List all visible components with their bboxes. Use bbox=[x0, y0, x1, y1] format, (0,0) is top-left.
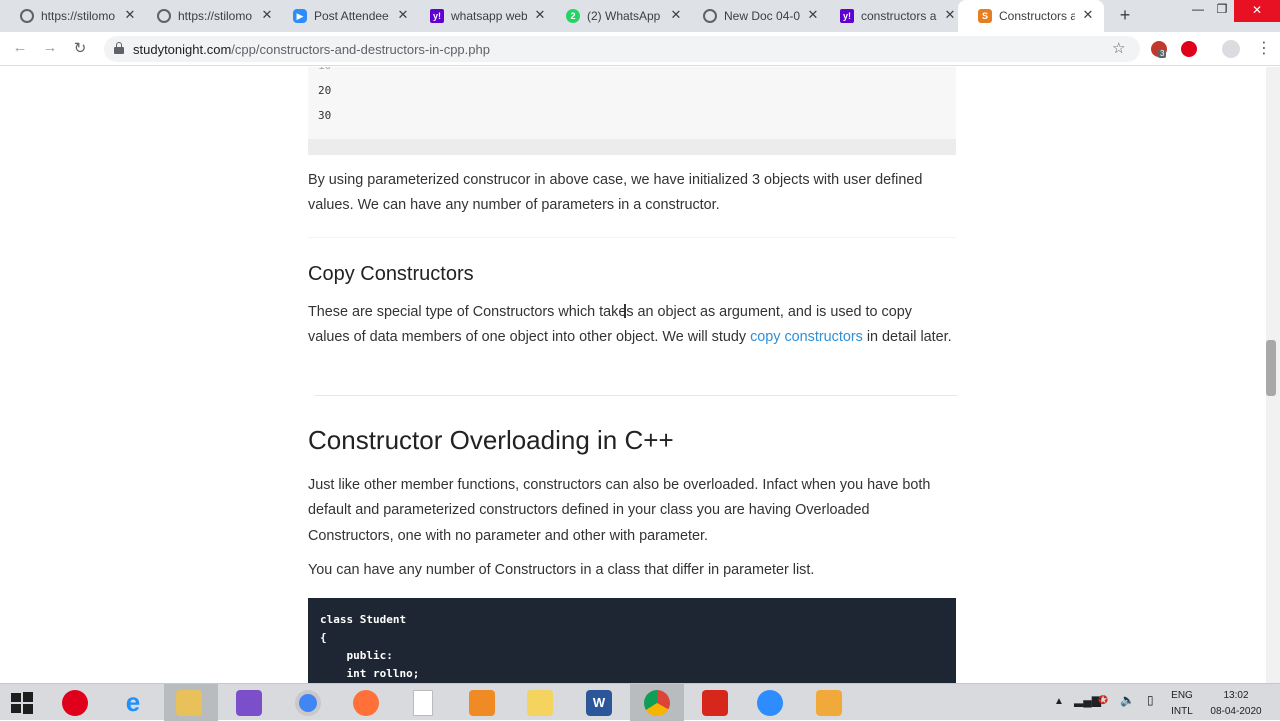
copy-constructors-link[interactable]: copy constructors bbox=[750, 329, 863, 345]
yahoo-icon: y! bbox=[430, 9, 444, 23]
whatsapp-icon: 2 bbox=[566, 9, 580, 23]
opera-icon[interactable] bbox=[62, 690, 88, 716]
tab-6[interactable]: New Doc 04-08 ✕ bbox=[683, 0, 827, 32]
tab-1[interactable]: https://stilomo ✕ bbox=[0, 0, 144, 32]
zoom-icon: ▶ bbox=[293, 9, 307, 23]
studytonight-icon: S bbox=[978, 9, 992, 23]
close-tab-icon[interactable]: ✕ bbox=[395, 7, 411, 23]
opera-extension-icon[interactable] bbox=[1181, 41, 1197, 57]
page-content: 10 20 30 By using parameterized construc… bbox=[0, 67, 1266, 683]
url-domain: studytonight.com bbox=[133, 42, 232, 57]
code-line: int rollno; bbox=[320, 667, 420, 680]
chrome-canary-icon[interactable] bbox=[295, 690, 321, 716]
chrome-icon[interactable] bbox=[644, 690, 670, 716]
tab-5[interactable]: 2 (2) WhatsApp ✕ bbox=[546, 0, 690, 32]
tab-7[interactable]: y! constructors ar ✕ bbox=[820, 0, 964, 32]
bookmark-star-icon[interactable]: ☆ bbox=[1112, 39, 1125, 57]
windows-start-icon[interactable] bbox=[10, 691, 34, 715]
network-icon[interactable]: ▂▄▆ bbox=[1074, 694, 1101, 707]
close-tab-icon[interactable]: ✕ bbox=[942, 7, 958, 23]
close-tab-icon[interactable]: ✕ bbox=[668, 7, 684, 23]
zoom-icon[interactable] bbox=[757, 690, 783, 716]
output-line: 30 bbox=[318, 109, 332, 122]
heading-constructor-overloading: Constructor Overloading in C++ bbox=[308, 425, 674, 455]
profile-avatar[interactable] bbox=[1222, 40, 1240, 58]
paragraph-parameterized: By using parameterized construcor in abo… bbox=[308, 172, 923, 214]
tab-2[interactable]: https://stilomo ✕ bbox=[137, 0, 281, 32]
ie-icon[interactable]: e bbox=[120, 689, 146, 716]
extension-badge: 3 bbox=[1158, 49, 1167, 58]
url-text[interactable]: studytonight.com/cpp/constructors-and-de… bbox=[133, 42, 490, 57]
heading-copy-constructors: Copy Constructors bbox=[308, 263, 474, 285]
browser-toolbar: ← → ↻ studytonight.com/cpp/constructors-… bbox=[0, 32, 1280, 66]
folder-icon[interactable] bbox=[527, 690, 553, 716]
globe-icon bbox=[703, 9, 717, 23]
address-bar[interactable]: studytonight.com/cpp/constructors-and-de… bbox=[104, 36, 1140, 62]
acrobat-tray-icon[interactable]: ✪ bbox=[1098, 694, 1108, 707]
output-line: 10 bbox=[318, 67, 331, 72]
close-window-button[interactable]: ✕ bbox=[1234, 0, 1280, 22]
blank-file-icon[interactable] bbox=[413, 690, 433, 716]
tab-title: https://stilomo bbox=[178, 9, 253, 23]
close-tab-icon[interactable]: ✕ bbox=[805, 7, 821, 23]
lock-icon bbox=[114, 42, 124, 54]
minimize-button[interactable]: — bbox=[1188, 2, 1208, 16]
acrobat-icon[interactable] bbox=[702, 690, 728, 716]
paragraph-text: in detail later. bbox=[862, 329, 952, 346]
lang-line-1: ENG bbox=[1171, 690, 1193, 701]
code-line: public: bbox=[320, 649, 393, 662]
back-button[interactable]: ← bbox=[10, 39, 30, 56]
section-divider bbox=[314, 395, 958, 396]
tray-chevron-icon[interactable]: ▲ bbox=[1054, 695, 1064, 708]
globe-icon bbox=[20, 9, 34, 23]
tab-strip: https://stilomo ✕ https://stilomo ✕ ▶ Po… bbox=[0, 0, 1280, 32]
tab-3[interactable]: ▶ Post Attendee ✕ bbox=[273, 0, 417, 32]
restore-button[interactable]: ❐ bbox=[1212, 2, 1232, 16]
tab-title: (2) WhatsApp bbox=[587, 9, 661, 23]
tab-title: Constructors ar bbox=[999, 9, 1075, 23]
lang-line-2: INTL bbox=[1171, 706, 1193, 717]
clock-time: 13:02 bbox=[1223, 690, 1249, 701]
windows-taskbar: e W ▲ ▂▄▆ ✪ 🔈 ▯ ENG INTL 13:02 08-04-202… bbox=[0, 683, 1280, 721]
output-line: 20 bbox=[318, 84, 332, 97]
globe-icon bbox=[157, 9, 171, 23]
close-tab-icon[interactable]: ✕ bbox=[122, 7, 138, 23]
file-explorer-icon[interactable] bbox=[176, 690, 202, 716]
code-block: class Student { public: int rollno; bbox=[308, 598, 956, 683]
close-tab-icon[interactable]: ✕ bbox=[1080, 7, 1096, 23]
media-icon[interactable] bbox=[816, 690, 842, 716]
url-path: /cpp/constructors-and-destructors-in-cpp… bbox=[231, 42, 490, 57]
new-tab-button[interactable]: + bbox=[1115, 5, 1135, 26]
tab-title: https://stilomo bbox=[41, 9, 116, 23]
divider bbox=[308, 237, 956, 238]
paragraph-copy-constructors: These are special type of Constructors w… bbox=[308, 300, 956, 351]
clock[interactable]: 13:02 08-04-2020 bbox=[1204, 689, 1268, 718]
sublime-icon[interactable] bbox=[469, 690, 495, 716]
text-cursor-icon bbox=[624, 304, 626, 318]
tab-active[interactable]: S Constructors ar ✕ bbox=[958, 0, 1104, 32]
tab-4[interactable]: y! whatsapp web ✕ bbox=[410, 0, 554, 32]
forward-button[interactable]: → bbox=[40, 39, 60, 56]
tab-title: New Doc 04-08 bbox=[724, 9, 800, 23]
yahoo-icon: y! bbox=[840, 9, 854, 23]
code-line: { bbox=[320, 631, 327, 644]
code-scrollbar[interactable] bbox=[308, 139, 956, 155]
word-icon[interactable]: W bbox=[586, 690, 612, 716]
reload-button[interactable]: ↻ bbox=[70, 39, 90, 57]
scrollbar-thumb[interactable] bbox=[1266, 340, 1276, 396]
paragraph-overloading: Just like other member functions, constr… bbox=[308, 477, 931, 544]
battery-icon[interactable]: ▯ bbox=[1147, 694, 1154, 707]
adblock-extension-icon[interactable]: 3 bbox=[1151, 41, 1167, 58]
tab-title: constructors ar bbox=[861, 9, 937, 23]
visual-studio-icon[interactable] bbox=[236, 690, 262, 716]
volume-icon[interactable]: 🔈 bbox=[1120, 694, 1135, 707]
paragraph-overloading-2: You can have any number of Constructors … bbox=[308, 562, 815, 578]
clock-date: 08-04-2020 bbox=[1210, 706, 1262, 717]
tab-title: Post Attendee bbox=[314, 9, 389, 23]
firefox-icon[interactable] bbox=[353, 690, 379, 716]
code-line: class Student bbox=[320, 613, 407, 626]
tab-title: whatsapp web bbox=[451, 9, 527, 23]
language-indicator[interactable]: ENG INTL bbox=[1168, 689, 1196, 718]
menu-icon[interactable]: ⋮ bbox=[1256, 38, 1272, 58]
